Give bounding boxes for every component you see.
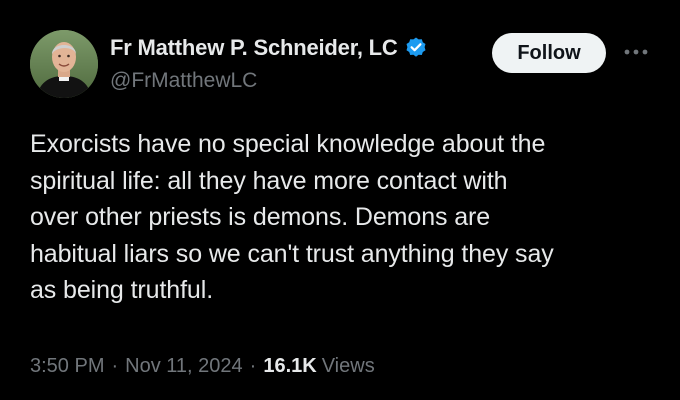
more-horizontal-icon — [624, 49, 648, 55]
tweet-date[interactable]: Nov 11, 2024 — [125, 355, 243, 378]
display-name[interactable]: Fr Matthew P. Schneider, LC — [110, 35, 398, 61]
more-options-button[interactable] — [622, 40, 650, 64]
tweet-time[interactable]: 3:50 PM — [30, 355, 104, 378]
views-count[interactable]: 16.1K — [263, 355, 316, 378]
tweet-metadata: 3:50 PM · Nov 11, 2024 · 16.1K Views — [30, 355, 375, 378]
name-row: Fr Matthew P. Schneider, LC — [110, 32, 490, 64]
tweet-text: Exorcists have no special knowledge abou… — [30, 130, 554, 304]
author-block: Fr Matthew P. Schneider, LC @FrMatthewLC — [110, 32, 490, 93]
meta-separator: · — [111, 355, 119, 377]
avatar[interactable] — [30, 30, 98, 98]
tweet-card: Fr Matthew P. Schneider, LC @FrMatthewLC… — [0, 0, 680, 400]
views-label: Views — [321, 355, 375, 377]
meta-separator-2: · — [249, 355, 257, 377]
user-handle[interactable]: @FrMatthewLC — [110, 69, 490, 93]
verified-badge-icon[interactable] — [404, 36, 428, 60]
follow-button[interactable]: Follow — [492, 33, 606, 73]
avatar-photo-icon — [30, 30, 98, 98]
